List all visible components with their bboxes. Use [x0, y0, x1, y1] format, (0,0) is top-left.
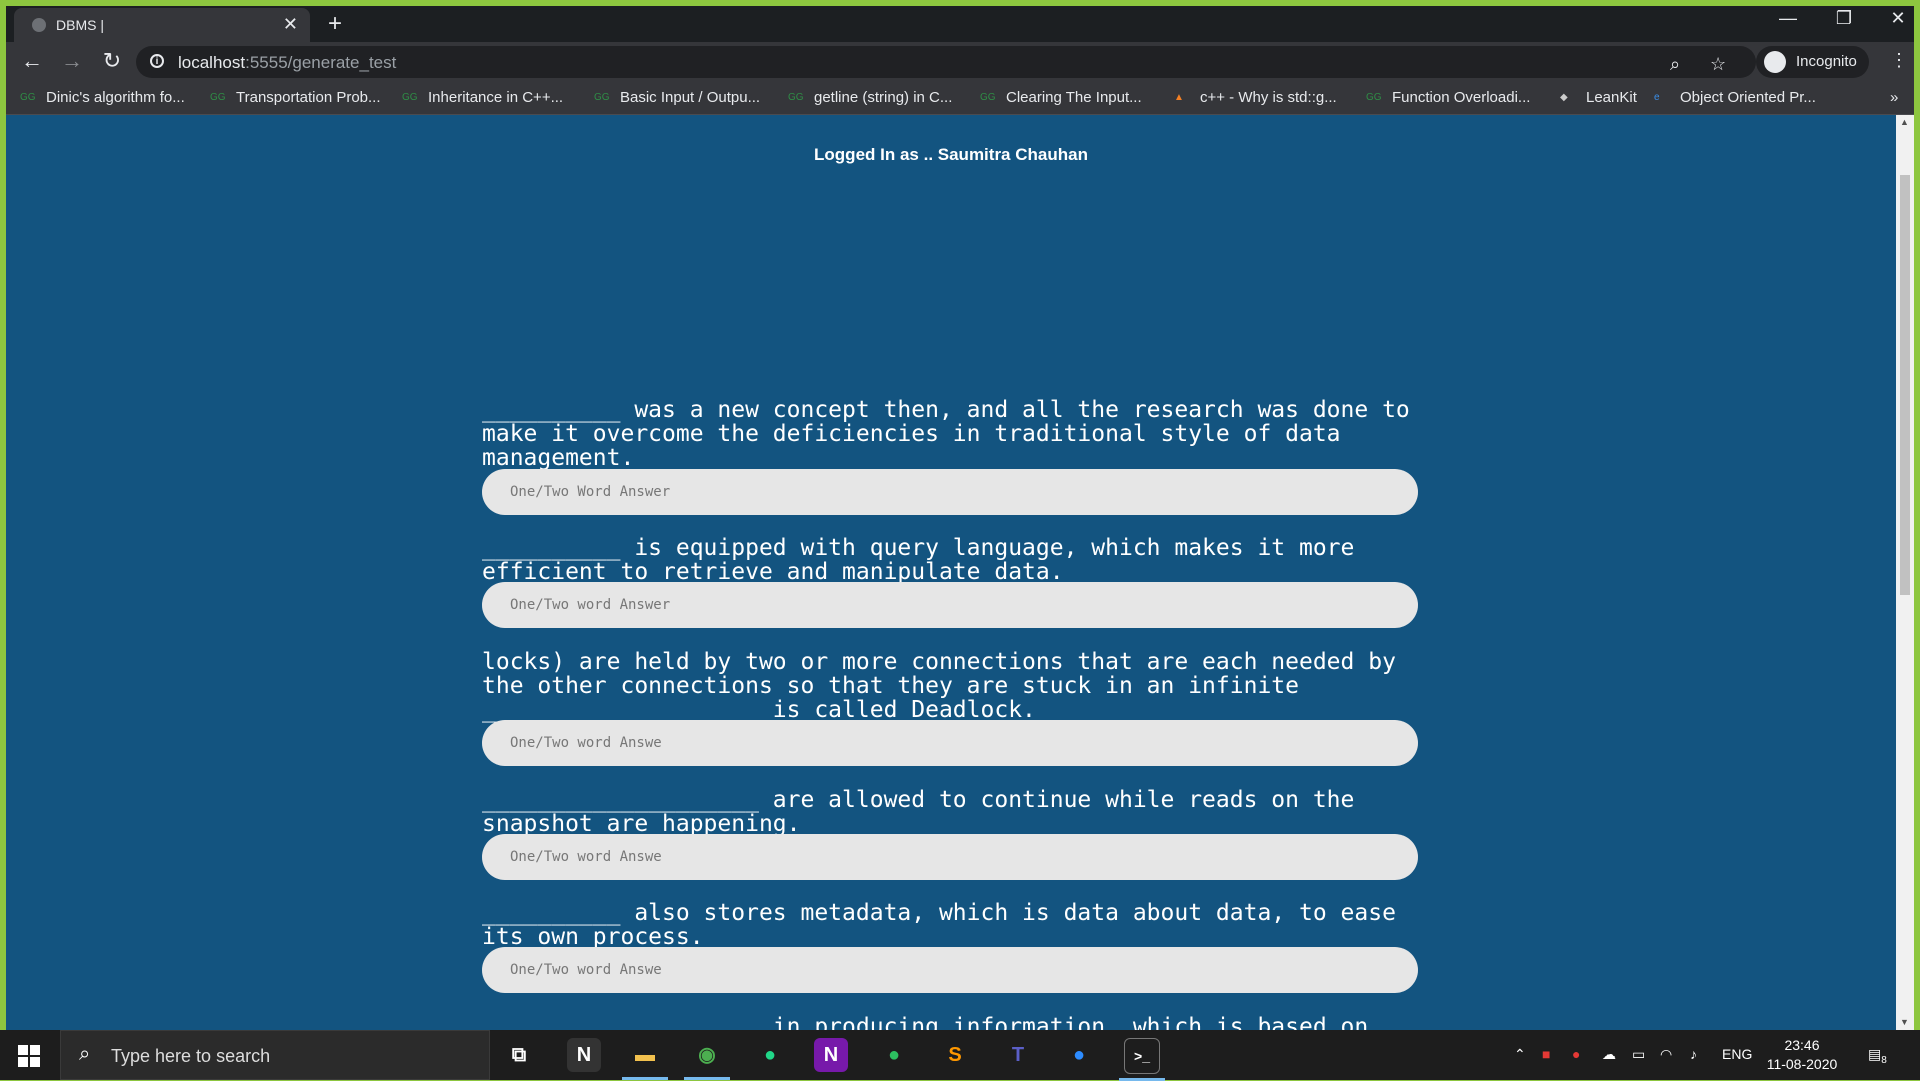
bookmarks-bar: GG Dinic's algorithm fo... GG Transportati…: [6, 82, 1914, 115]
terminal-icon[interactable]: >_: [1119, 1038, 1165, 1081]
scroll-up-icon[interactable]: ▲: [1900, 117, 1909, 127]
bookmark-item[interactable]: GG Clearing The Input...: [980, 89, 1142, 106]
bookmark-item[interactable]: ◆ LeanKit: [1560, 89, 1637, 106]
tab-dbms[interactable]: DBMS | ✕: [14, 8, 310, 42]
scrollbar-thumb[interactable]: [1900, 175, 1910, 595]
tray-app-icon[interactable]: ●: [1572, 1046, 1580, 1062]
question-text: ____________________ in producing inform…: [482, 1014, 1369, 1030]
bookmark-icon: GG: [1366, 92, 1382, 104]
chrome-icon[interactable]: ◉: [684, 1038, 730, 1080]
onenote-icon[interactable]: N: [814, 1038, 848, 1072]
windows-start-icon[interactable]: [18, 1045, 40, 1067]
tray-app-icon[interactable]: ■: [1542, 1046, 1550, 1062]
question-text: __________ was a new concept then, and a…: [482, 397, 1410, 471]
clock-time: 23:46: [1784, 1037, 1820, 1053]
wifi-icon[interactable]: ◠: [1660, 1046, 1672, 1063]
restore-icon[interactable]: ❐: [1816, 8, 1872, 29]
notification-count: 8: [1881, 1054, 1887, 1066]
zoom-app-icon[interactable]: ●: [1062, 1038, 1096, 1072]
question-text: __________ also stores metadata, which i…: [482, 900, 1396, 950]
browser-toolbar: ← → ↻ i localhost:5555/generate_test ⌕ ☆…: [6, 42, 1914, 82]
tab-strip: DBMS | ✕ + — ❐ ✕: [6, 6, 1914, 42]
url-text[interactable]: localhost:5555/generate_test: [178, 53, 396, 73]
forward-icon[interactable]: →: [56, 48, 88, 74]
search-placeholder: Type here to search: [111, 1046, 271, 1066]
page-scrollbar[interactable]: ▲ ▼: [1896, 115, 1914, 1030]
close-icon[interactable]: ✕: [283, 14, 298, 35]
bookmark-icon: GG: [788, 92, 804, 104]
file-explorer-icon[interactable]: ▬: [622, 1038, 668, 1080]
incognito-icon: [1764, 51, 1786, 73]
windows-taskbar: ⌕ Type here to search ⧉ N ▬ ◉ ● N ● S T …: [0, 1030, 1920, 1081]
bookmark-item[interactable]: GG Transportation Prob...: [210, 89, 381, 106]
globe-icon: [32, 18, 46, 32]
question-text: locks) are held by two or more connectio…: [482, 649, 1396, 723]
bookmark-icon: GG: [980, 92, 996, 104]
info-icon[interactable]: i: [150, 54, 164, 68]
bookmark-item[interactable]: GG Function Overloadi...: [1366, 89, 1530, 106]
onedrive-icon[interactable]: ☁: [1602, 1046, 1616, 1063]
bookmark-icon: GG: [594, 92, 610, 104]
tab-title: DBMS |: [56, 17, 104, 33]
search-icon: ⌕: [79, 1043, 91, 1065]
bookmark-icon: GG: [210, 92, 226, 104]
bookmark-item[interactable]: GG Inheritance in C++...: [402, 89, 563, 106]
bookmark-item[interactable]: GG Basic Input / Outpu...: [594, 89, 760, 106]
question-text: __________ is equipped with query langua…: [482, 535, 1355, 585]
bookmark-item[interactable]: GG Dinic's algorithm fo...: [20, 89, 185, 106]
answer-input[interactable]: [482, 582, 1418, 628]
battery-icon[interactable]: ▭: [1632, 1046, 1645, 1063]
leankit-icon: ◆: [1560, 92, 1568, 104]
sublime-icon[interactable]: S: [938, 1038, 972, 1072]
zoom-icon[interactable]: ⌕: [1670, 54, 1680, 75]
back-icon[interactable]: ←: [16, 48, 48, 74]
taskbar-search-box[interactable]: ⌕ Type here to search: [60, 1030, 490, 1080]
bookmark-icon: GG: [20, 92, 36, 104]
minimize-icon[interactable]: —: [1760, 8, 1816, 29]
menu-icon[interactable]: ⋮: [1890, 50, 1908, 71]
clock-date: 11-08-2020: [1766, 1056, 1838, 1072]
ie-icon: e: [1654, 92, 1660, 104]
notification-center-icon[interactable]: ▤8: [1868, 1046, 1887, 1066]
evernote-icon[interactable]: ●: [877, 1038, 911, 1072]
language-indicator[interactable]: ENG: [1722, 1046, 1752, 1062]
volume-icon[interactable]: ♪: [1690, 1046, 1697, 1062]
question-text: ____________________ are allowed to cont…: [482, 787, 1355, 837]
tray-chevron-icon[interactable]: ⌃: [1514, 1046, 1526, 1063]
answer-input[interactable]: [482, 720, 1418, 766]
task-view-icon[interactable]: ⧉: [502, 1038, 536, 1072]
star-icon[interactable]: ☆: [1710, 54, 1726, 75]
incognito-badge[interactable]: Incognito: [1756, 46, 1869, 78]
bookmark-item[interactable]: GG getline (string) in C...: [788, 89, 952, 106]
close-window-icon[interactable]: ✕: [1870, 8, 1914, 29]
taskbar-clock[interactable]: 23:46 11-08-2020: [1764, 1036, 1840, 1074]
intellij-icon[interactable]: ●: [753, 1038, 787, 1072]
address-bar[interactable]: i localhost:5555/generate_test ⌕ ☆: [136, 46, 1756, 78]
bookmarks-overflow-button[interactable]: »: [1890, 89, 1898, 106]
bookmark-item[interactable]: e Object Oriented Pr...: [1654, 89, 1816, 106]
teams-icon[interactable]: T: [1001, 1038, 1035, 1072]
browser-window: DBMS | ✕ + — ❐ ✕ ← → ↻ i localhost:5555/…: [6, 6, 1914, 1030]
notion-icon[interactable]: N: [567, 1038, 601, 1072]
bookmark-item[interactable]: ▲ c++ - Why is std::g...: [1174, 89, 1337, 106]
page-content: Logged In as .. Saumitra Chauhan _______…: [6, 115, 1896, 1030]
stackoverflow-icon: ▲: [1174, 92, 1184, 104]
logged-in-banner: Logged In as .. Saumitra Chauhan: [814, 145, 1088, 164]
answer-input[interactable]: [482, 834, 1418, 880]
bookmark-icon: GG: [402, 92, 418, 104]
answer-input[interactable]: [482, 469, 1418, 515]
new-tab-icon[interactable]: +: [328, 10, 342, 38]
answer-input[interactable]: [482, 947, 1418, 993]
reload-icon[interactable]: ↻: [96, 48, 128, 74]
scroll-down-icon[interactable]: ▼: [1900, 1017, 1909, 1027]
